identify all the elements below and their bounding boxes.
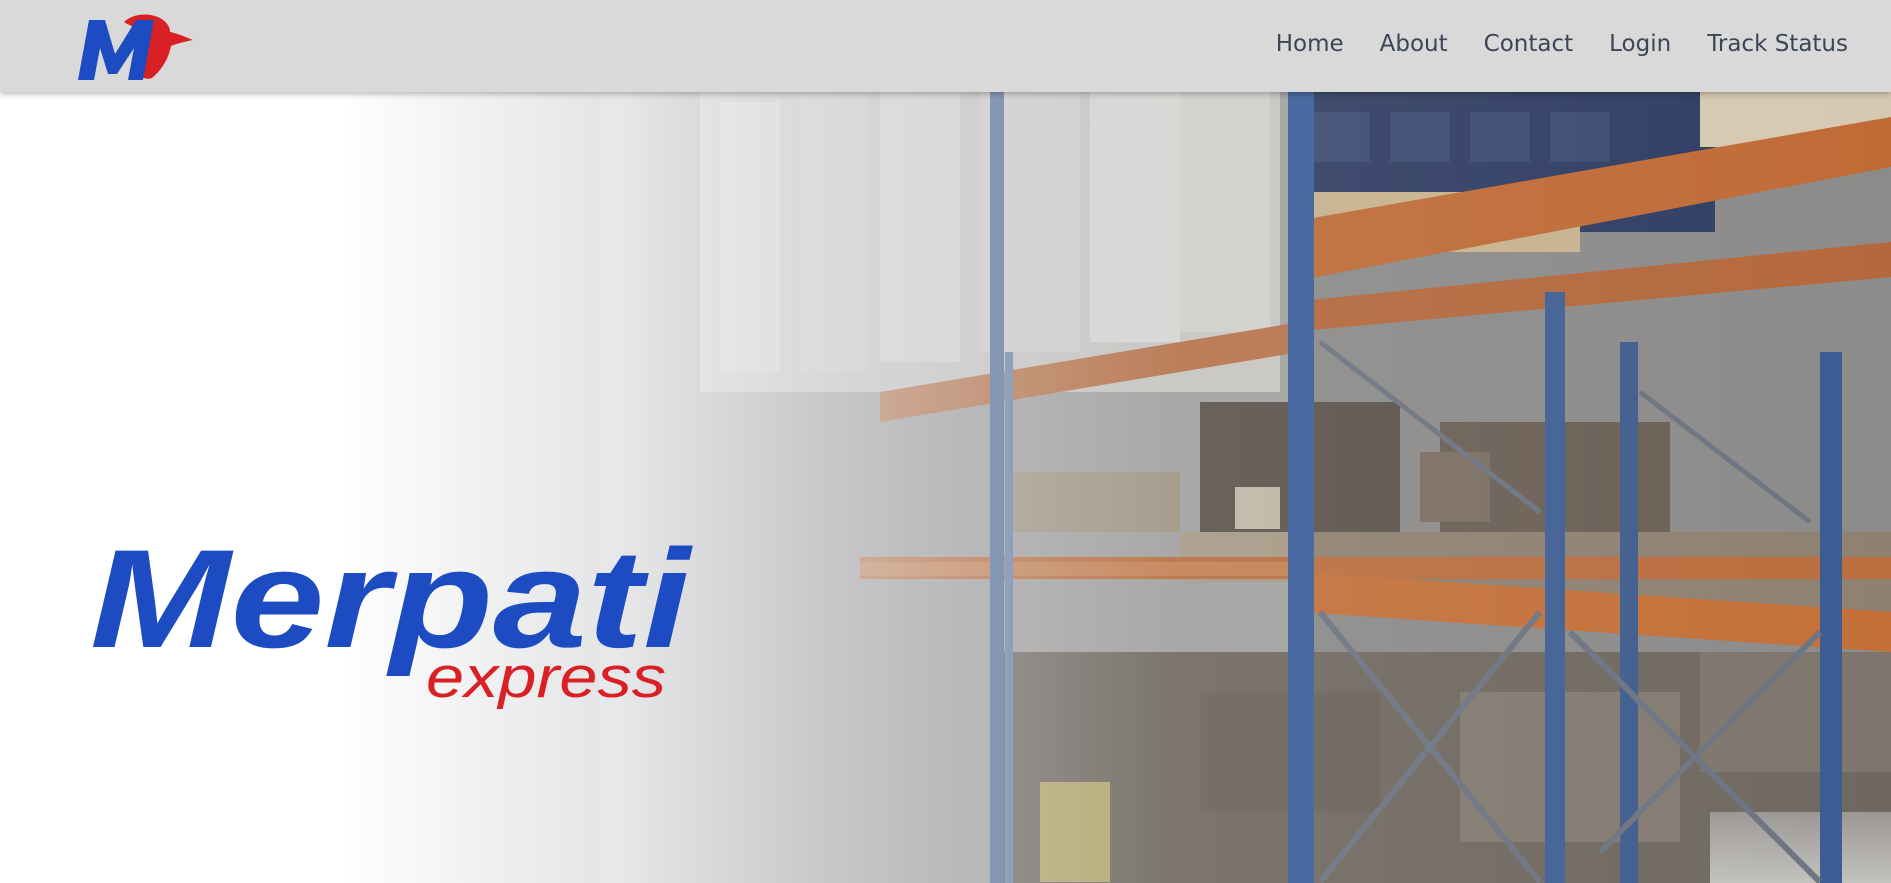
warehouse-background-image [0, 92, 1891, 883]
top-navbar: M Home About Contact Login Track Status [0, 0, 1891, 92]
nav-login-link[interactable]: Login [1609, 27, 1671, 61]
nav-contact-link[interactable]: Contact [1484, 27, 1573, 61]
merpati-logo[interactable]: M [72, 10, 196, 82]
m-letter-icon [78, 20, 154, 80]
main-nav: Home About Contact Login Track Status [1240, 27, 1848, 61]
merpati-express-wordmark: Merpati express [90, 525, 694, 710]
brand-subtitle-express: express [426, 645, 666, 710]
nav-about-link[interactable]: About [1380, 27, 1448, 61]
nav-home-link[interactable]: Home [1276, 27, 1344, 61]
hero-section: Merpati express [0, 92, 1891, 883]
nav-track-status-link[interactable]: Track Status [1707, 27, 1848, 61]
